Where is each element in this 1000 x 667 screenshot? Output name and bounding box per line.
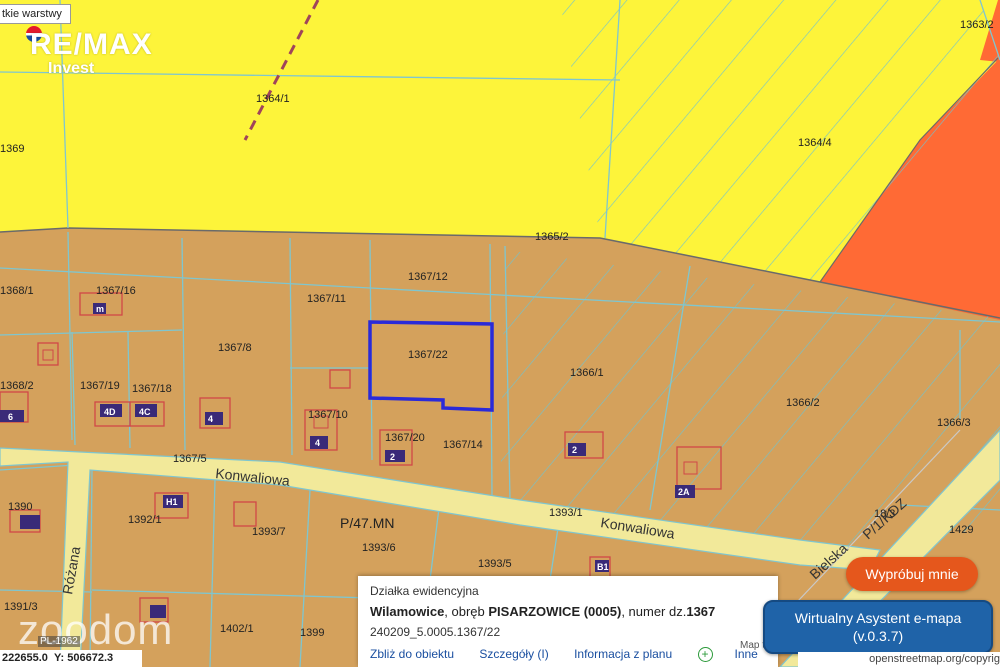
building-code: 6 <box>8 412 13 422</box>
logo-sub: Invest <box>48 60 95 77</box>
parcel-label: 1367/5 <box>173 453 207 465</box>
parcel-label: 1367/19 <box>80 380 120 392</box>
building-code: B1 <box>597 562 609 572</box>
building-code: 4 <box>315 438 320 448</box>
parcel-label: 1367/8 <box>218 342 252 354</box>
parcel-label: 1367/18 <box>132 383 172 395</box>
parcel-label: 1366/1 <box>570 367 604 379</box>
parcel-label: 1363/2 <box>960 19 994 31</box>
parcel-info-panel: Działka ewidencyjna Wilamowice, obręb PI… <box>358 576 778 667</box>
building-code: 4 <box>208 414 213 424</box>
parcel-label: 1366/2 <box>786 397 820 409</box>
coordinates-readout: 222655.0 Y: 506672.3 <box>0 650 142 667</box>
building-code: 2 <box>572 445 577 455</box>
details-link[interactable]: Szczegóły (I) <box>479 647 548 661</box>
info-precinct-prefix: , obręb <box>444 604 489 619</box>
parcel-label: 1393/5 <box>478 558 512 570</box>
parcel-label: 1367/11 <box>307 293 346 305</box>
building-code: 4C <box>139 407 151 417</box>
parcel-label: 1365/2 <box>535 231 569 243</box>
coord-y-value: 506672.3 <box>67 652 114 664</box>
zoom-to-object-link[interactable]: Zbliż do obiektu <box>370 647 454 661</box>
parcel-label: 1367/10 <box>308 409 348 421</box>
parcel-label: 1429 <box>949 524 973 536</box>
parcel-label: 1366/3 <box>937 417 971 429</box>
parcel-label: 1364/1 <box>256 93 290 105</box>
try-me-button[interactable]: Wypróbuj mnie <box>846 557 978 591</box>
logo-brand: RE/MAX <box>30 28 153 61</box>
layers-button[interactable]: tkie warstwy <box>0 4 71 24</box>
virtual-assistant-button[interactable]: Wirtualny Asystent e-mapa (v.0.3.7) <box>763 600 993 654</box>
info-precinct: PISARZOWICE (0005) <box>488 604 622 619</box>
parcel-label: 1399 <box>300 627 324 639</box>
building-code: 4D <box>104 407 116 417</box>
assistant-title: Wirtualny Asystent e-mapa <box>794 610 962 626</box>
layers-button-label: tkie warstwy <box>2 8 62 20</box>
info-panel-parcel-line: Wilamowice, obręb PISARZOWICE (0005), nu… <box>370 604 715 619</box>
parcel-label: 1369 <box>0 143 24 155</box>
parcel-label: 1393/1 <box>549 507 583 519</box>
building-code: 2 <box>390 452 395 462</box>
pl-code-label: PL-1962 <box>38 636 80 647</box>
info-panel-title: Działka ewidencyjna <box>370 584 479 598</box>
parcel-label: 1367/16 <box>96 285 136 297</box>
building-code: 2A <box>678 487 690 497</box>
building-code: m <box>96 304 104 314</box>
parcel-label: 1368/2 <box>0 380 34 392</box>
coord-y-label: Y: <box>54 652 65 664</box>
plan-info-link[interactable]: Informacja z planu <box>574 647 672 661</box>
remax-logo: RE/MAX Invest <box>30 30 153 78</box>
parcel-label: 1393/6 <box>362 542 396 554</box>
building-code: H1 <box>166 497 178 507</box>
info-place: Wilamowice <box>370 604 445 619</box>
parcel-label: 1367/14 <box>443 439 483 451</box>
info-parcel-identifier: 240209_5.0005.1367/22 <box>370 625 501 639</box>
parcel-label: 1392/1 <box>128 514 162 526</box>
parcel-label: 1368/1 <box>0 285 34 297</box>
parcel-label: 1367/12 <box>408 271 448 283</box>
osm-attribution-link[interactable]: openstreetmap.org/copyrig <box>798 652 1000 667</box>
assistant-version: (v.0.3.7) <box>852 628 904 644</box>
plus-circle-icon: + <box>697 647 713 663</box>
info-number-prefix: , numer dz. <box>621 604 687 619</box>
parcel-label: 1367/20 <box>385 432 425 444</box>
parcel-label: 1393/7 <box>252 526 286 538</box>
parcel-label: 1402/1 <box>220 623 254 635</box>
coord-x-value: 222655.0 <box>2 652 48 664</box>
parcel-label: 1364/4 <box>798 137 832 149</box>
parcel-label: 1367/22 <box>408 349 448 361</box>
zone-label: P/47.MN <box>340 515 394 531</box>
info-number: 1367 <box>686 604 716 619</box>
info-actions: Zbliż do obiektu Szczegóły (I) Informacj… <box>370 647 802 663</box>
parcel-label: 1390 <box>8 501 32 513</box>
